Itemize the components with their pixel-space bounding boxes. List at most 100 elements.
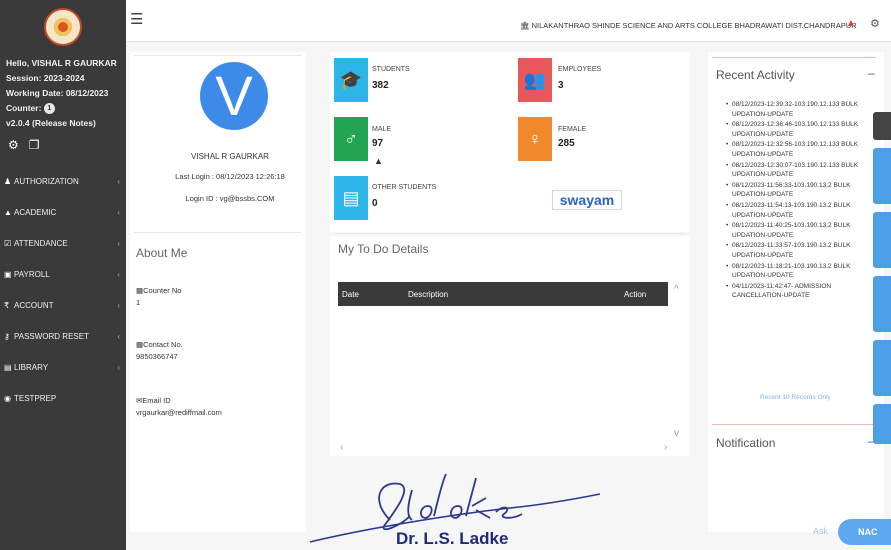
chevron-left-icon: ‹ [117,177,120,186]
divider [334,233,684,234]
counter-no-value: 1 [136,298,141,307]
user-actions: ⚙ ❐ [8,138,50,152]
column-date: Date [342,290,359,299]
sidebar-item-label: LIBRARY [14,363,49,372]
other-students-icon: ▤ [334,176,368,220]
sidebar-item-payroll[interactable]: ▣ PAYROLL ‹ [0,263,126,294]
list-item: 08/12/2023-12:36:46-103.190.12.133 BULK … [726,120,876,139]
sidebar-item-library[interactable]: ▤ LIBRARY ‹ [0,356,126,387]
chevron-left-icon: ‹ [117,208,120,217]
sidebar-item-label: ATTENDANCE [14,239,68,248]
sidebar-item-testprep[interactable]: ◉ TESTPREP [0,387,126,418]
female-label: FEMALE [558,126,587,133]
sidebar-item-label: PAYROLL [14,270,50,279]
user-info: Hello, VISHAL R GAURKAR Session: 2023-20… [6,56,117,131]
side-tab[interactable] [873,276,891,332]
recent-records-link[interactable]: Recent 10 Records Only [760,394,831,401]
topbar: ☰ 🏛 NILAKANTHRAO SHINDE SCIENCE AND ARTS… [126,0,891,42]
recent-activity-list: 08/12/2023-12:39:32-103.190.12.133 BULK … [726,100,876,302]
students-icon: 🎓 [334,58,368,102]
settings-tab[interactable] [873,112,891,140]
notification-title: Notification [716,436,776,450]
sidebar: Hello, VISHAL R GAURKAR Session: 2023-20… [0,0,126,550]
nac-chat-button[interactable]: NAC [838,519,891,545]
chevron-left-icon: ‹ [117,239,120,248]
settings-gear-icon[interactable]: ⚙ [870,17,880,30]
other-students-value: 0 [372,198,378,209]
book-icon: ▤ [4,363,12,372]
login-id: Login ID : vg@bssbs.COM [185,194,275,203]
employees-label: EMPLOYEES [558,66,602,73]
signature: Dr. L.S. Ladke [309,473,601,548]
employees-value: 3 [558,80,564,91]
side-tab[interactable] [873,404,891,444]
sidebar-item-label: PASSWORD RESET [14,332,89,341]
sidebar-menu: ♟ AUTHORIZATION ‹ ▲ ACADEMIC ‹ ☑ ATTENDANCE ‹ … [0,170,126,418]
contact-label: ▦Contact No. [136,340,183,349]
document-icon[interactable]: ❐ [29,138,40,152]
scroll-up-icon[interactable]: ^ [674,284,679,295]
list-item: 04/11/2023-11:42:47- ADMISSION CANCELLAT… [726,282,876,301]
sidebar-item-label: AUTHORIZATION [14,177,79,186]
contact-label-text: Contact No. [143,340,183,349]
ask-label: Ask [813,526,829,536]
scroll-down-icon[interactable]: v [674,428,679,439]
hamburger-menu-icon[interactable]: ☰ [130,10,143,28]
sidebar-item-label: ACADEMIC [14,208,57,217]
column-action: Action [624,290,647,299]
divider [134,232,302,233]
sidebar-item-authorization[interactable]: ♟ AUTHORIZATION ‹ [0,170,126,201]
sidebar-item-label: ACCOUNT [14,301,54,310]
institution-icon: 🏛 [520,21,532,30]
male-value: 97 [372,138,384,149]
graduation-cap-icon: ▲ [4,208,12,217]
students-label: STUDENTS [372,66,410,73]
female-value: 285 [558,138,575,149]
todo-card [330,236,690,456]
key-icon: ⚷ [4,332,10,341]
profile-name: VISHAL R GAURKAR [191,152,269,161]
todo-table-header: Date Description Action [338,282,668,306]
sidebar-item-password-reset[interactable]: ⚷ PASSWORD RESET ‹ [0,325,126,356]
counter-badge: 1 [43,103,55,115]
chevron-left-icon: ‹ [117,301,120,310]
divider [712,57,876,58]
list-item: 08/12/2023-11:56:33-103.190.13.2 BULK UP… [726,181,876,200]
side-tab[interactable] [873,148,891,204]
session: Session: 2023-2024 [6,73,85,83]
mortarboard-icon: ▲ [374,156,383,166]
money-icon: ▣ [4,270,12,279]
list-item: 08/12/2023-12:32:56-103.190.12.133 BULK … [726,140,876,159]
collapse-icon[interactable]: – [868,66,875,80]
counter: Counter: 1 [6,101,117,116]
sidebar-item-account[interactable]: ₹ ACCOUNT ‹ [0,294,126,325]
working-date: Working Date: 08/12/2023 [6,88,109,98]
scroll-right-icon[interactable]: › [664,442,667,453]
sidebar-item-academic[interactable]: ▲ ACADEMIC ‹ [0,201,126,232]
list-item: 08/12/2023-12:30:07-103.190.12.133 BULK … [726,161,876,180]
chevron-left-icon: ‹ [117,363,120,372]
rupee-icon: ₹ [4,301,10,310]
sidebar-item-attendance[interactable]: ☑ ATTENDANCE ‹ [0,232,126,263]
college-name-text: NILAKANTHRAO SHINDE SCIENCE AND ARTS COL… [531,21,857,30]
swayam-logo[interactable]: swayam [552,190,622,210]
greeting: Hello, VISHAL R GAURKAR [6,58,117,68]
list-item: 08/12/2023-11:18:21-103.190.13.2 BULK UP… [726,262,876,281]
stats-card [330,52,690,232]
users-icon: ♟ [4,177,12,186]
side-tab[interactable] [873,340,891,396]
college-name: 🏛 NILAKANTHRAO SHINDE SCIENCE AND ARTS C… [520,21,857,30]
email-label: ✉Email ID [136,396,171,405]
last-login: Last Login : 08/12/2023 12:26:18 [175,172,285,181]
version-link[interactable]: v2.0.4 (Release Notes) [6,116,117,131]
notification-bell-icon[interactable]: ▲ [846,18,856,29]
side-tab[interactable] [873,212,891,268]
list-item: 08/12/2023-11:40:25-103.190.13.2 BULK UP… [726,221,876,240]
email-label-text: Email ID [142,396,171,405]
list-item: 08/12/2023-12:39:32-103.190.12.133 BULK … [726,100,876,119]
settings-icon[interactable]: ⚙ [8,138,19,152]
divider [712,424,876,425]
scroll-left-icon[interactable]: ‹ [340,442,343,453]
column-description: Description [408,290,449,299]
college-logo [44,8,82,46]
